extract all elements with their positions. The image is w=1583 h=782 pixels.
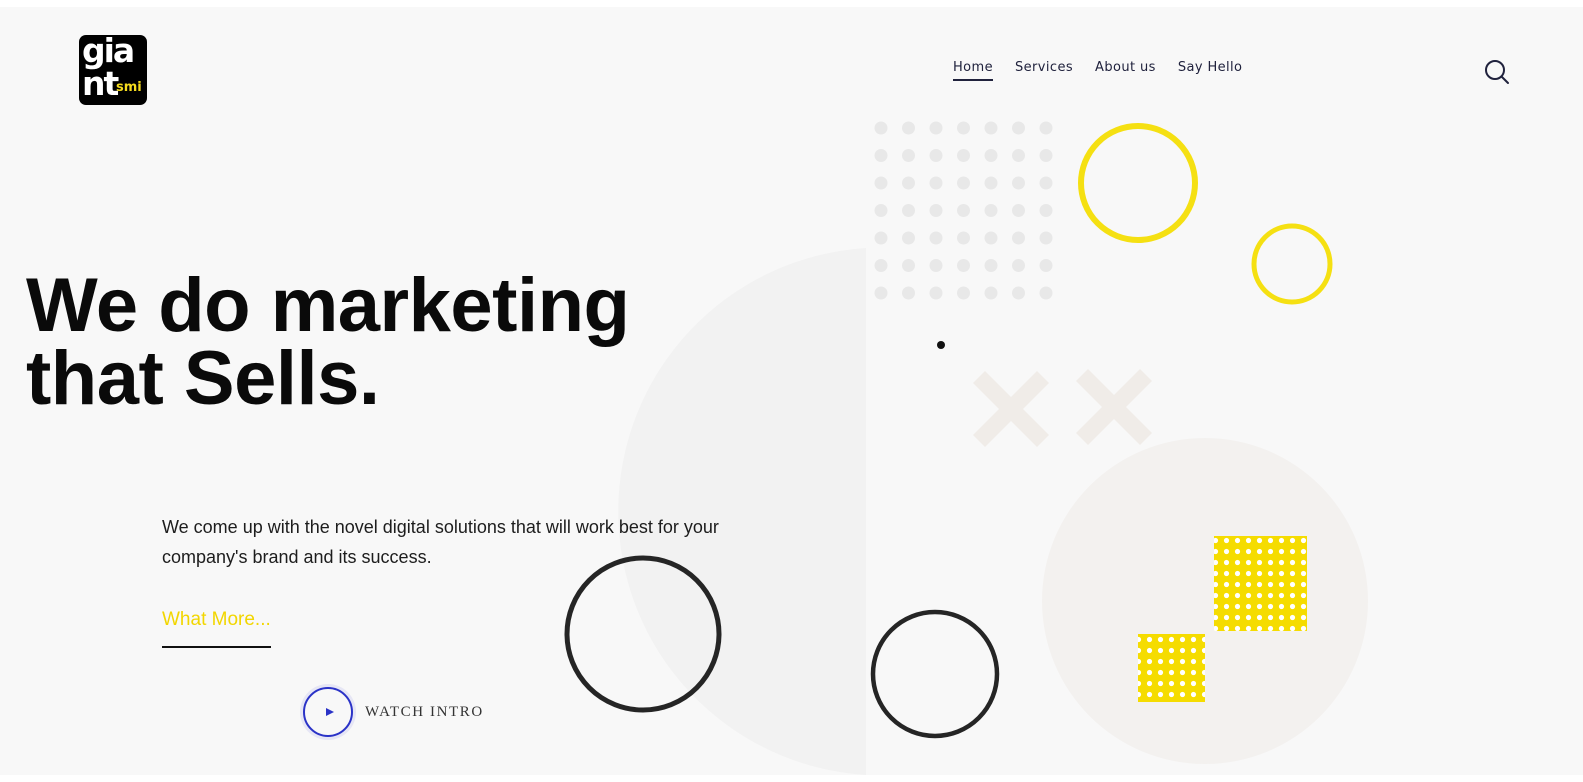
logo-text-bottom: nt [82,64,119,103]
grid-dot [957,204,970,217]
hero-title: We do marketing that Sells. [26,263,630,421]
grid-dot [1039,259,1053,272]
grid-dot [929,259,943,272]
grid-dot [902,176,915,190]
grid-dot [1012,176,1025,190]
black-dot [937,341,945,349]
what-more-link[interactable]: What More... [162,609,271,648]
search-icon [1485,60,1509,84]
grid-dot [929,286,943,300]
yellow-pattern-square-large [1214,536,1307,631]
grid-dot [902,231,915,245]
search-button[interactable] [1484,59,1510,85]
grid-dot [929,149,943,162]
nav-item-home[interactable]: Home [953,60,993,81]
grid-dot [902,204,915,217]
grid-dot [1012,204,1025,217]
grid-dot [902,259,915,272]
grid-dot [1039,204,1053,217]
grid-dot [1039,176,1053,190]
dot-grid-shape [874,121,1053,300]
grid-dot [984,149,998,162]
grid-dot [874,149,888,162]
grid-dot [874,121,888,135]
grid-dot [1039,149,1053,162]
page: gia nt smi Home Services About us Say He… [0,7,1583,775]
logo-text-suffix: smi [116,80,142,95]
grid-dot [984,286,998,300]
grid-dot [929,204,943,217]
play-button[interactable] [303,687,353,737]
nav-item-services[interactable]: Services [1015,60,1073,81]
watch-intro-label: WATCH INTRO [365,703,484,720]
grid-dot [957,286,970,300]
grid-dot [1039,121,1053,135]
main-nav: Home Services About us Say Hello [953,60,1242,81]
grid-dot [874,176,888,190]
grid-dot [929,121,943,135]
black-ring-small [870,609,1000,739]
yellow-pattern-square-small [1138,634,1205,702]
grid-dot [957,259,970,272]
grid-dot [1039,286,1053,300]
grid-dot [902,286,915,300]
grid-dot [957,176,970,190]
grid-dot [1012,259,1025,272]
cross-shape-1 [972,370,1050,448]
brand-logo[interactable]: gia nt smi [79,35,147,105]
grid-dot [874,231,888,245]
grid-dot [1039,231,1053,245]
grid-dot [929,176,943,190]
grid-dot [929,231,943,245]
yellow-ring-large [1078,123,1198,243]
grid-dot [984,259,998,272]
grid-dot [1012,149,1025,162]
grid-dot [1012,231,1025,245]
hero-description: We come up with the novel digital soluti… [162,517,719,567]
grid-dot [902,149,915,162]
grid-dot [957,231,970,245]
hero-title-line-1: We do marketing [26,263,630,348]
nav-item-about-us[interactable]: About us [1095,60,1156,81]
hero-title-line-2: that Sells. [26,336,380,421]
cross-shape-2 [1075,368,1153,446]
grid-dot [1012,121,1025,135]
nav-item-say-hello[interactable]: Say Hello [1178,60,1243,81]
grid-dot [874,286,888,300]
yellow-ring-small [1251,223,1333,305]
grid-dot [874,259,888,272]
grid-dot [902,121,915,135]
grid-dot [1012,286,1025,300]
grid-dot [957,149,970,162]
play-icon [325,708,334,716]
grid-dot [984,121,998,135]
watch-intro-button[interactable]: WATCH INTRO [303,687,484,737]
grid-dot [984,204,998,217]
grid-dot [984,231,998,245]
beige-circle-shape [1042,438,1368,764]
grid-dot [984,176,998,190]
grid-dot [874,204,888,217]
grid-dot [957,121,970,135]
